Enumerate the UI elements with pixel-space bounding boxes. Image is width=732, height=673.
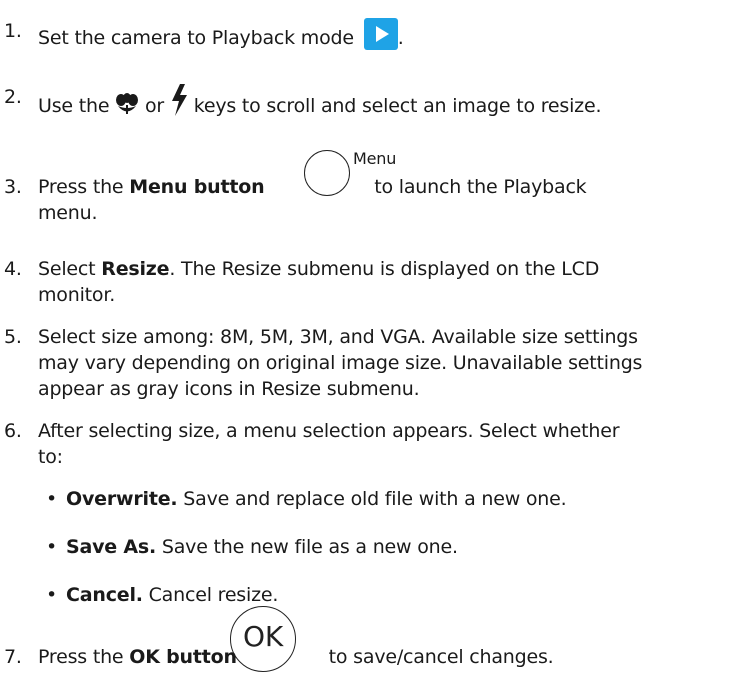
ok-icon-label: OK [242,620,283,653]
step-text: Set the camera to Playback mode [38,27,360,49]
bullet-text: Cancel resize. [142,584,279,606]
step-text-line2: to: [38,446,63,468]
step-text-line1: After selecting size, a menu selection a… [38,420,620,442]
step-6: 6. After selecting size, a menu selectio… [4,418,729,470]
step-text-line3: appear as gray icons in Resize submenu. [38,378,420,400]
bullet-save-as: • Save As. Save the new file as a new one… [46,534,726,560]
step-2: 2. Use the or keys to scroll and select … [4,84,729,119]
step-text-line2: may vary depending on original image siz… [38,352,643,374]
step-text-end: . [397,27,404,49]
ok-button-label: OK button [129,646,237,668]
bullet-title: Overwrite. [66,488,178,510]
menu-button-label: Menu button [129,176,265,198]
resize-label: Resize [101,258,170,280]
bullet-text: Save and replace old file with a new one… [177,488,567,510]
bullet-dot: • [46,488,58,510]
step-number: 2. [4,86,22,108]
step-text: Press the [38,646,130,668]
bullet-dot: • [46,584,58,606]
step-number: 1. [4,20,22,42]
bullet-overwrite: • Overwrite. Save and replace old file wi… [46,486,726,512]
bullet-cancel: • Cancel. Cancel resize. [46,582,726,608]
step-text-line2: monitor. [38,284,116,306]
play-icon [363,18,398,50]
lightning-icon [171,84,187,116]
step-number: 7. [4,646,22,668]
instruction-page: 1. Set the camera to Playback mode . 2. … [0,0,732,673]
ok-button-icon: OK [230,606,296,672]
bullet-text: Save the new file as a new one. [156,536,458,558]
bullet-title: Cancel. [66,584,143,606]
step-text-end: to save/cancel changes. [322,646,554,668]
bullet-title: Save As. [66,536,157,558]
menu-icon-label: Menu [353,149,397,168]
step-7: 7. Press the OK button to save/cancel ch… [4,606,729,672]
step-text-end: keys to scroll and select an image to re… [187,95,602,117]
step-number: 3. [4,176,22,198]
flower-icon [116,93,139,114]
step-5: 5. Select size among: 8M, 5M, 3M, and VG… [4,324,729,402]
step-number: 4. [4,258,22,280]
step-1: 1. Set the camera to Playback mode . [4,18,729,51]
step-text-end: . The Resize submenu is displayed on the… [169,258,600,280]
step-text: Use the [38,95,116,117]
step-text: Press the [38,176,130,198]
step-number: 6. [4,420,22,442]
step-text: Select [38,258,102,280]
step-text-line1: Select size among: 8M, 5M, 3M, and VGA. … [38,326,638,348]
step-3: 3. Press the Menu button to launch the P… [4,149,729,225]
bullet-dot: • [46,536,58,558]
step-text-mid: or [139,95,170,117]
step-number: 5. [4,326,22,348]
step-4: 4. Select Resize. The Resize submenu is … [4,256,729,308]
menu-button-icon [304,150,350,196]
step-text-end: to launch the Playback [368,176,587,198]
step-text-line2: menu. [38,202,98,224]
